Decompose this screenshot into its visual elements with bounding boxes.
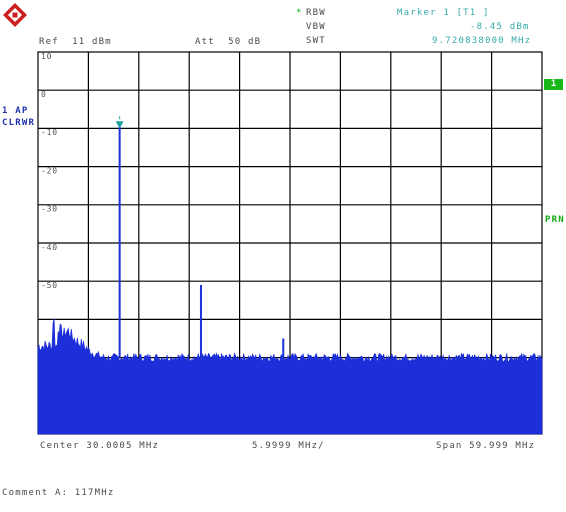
y-tick-label: -40	[41, 243, 58, 252]
y-tick-label: -30	[41, 205, 58, 214]
marker-group	[115, 116, 124, 129]
y-tick-label: -20	[41, 166, 58, 175]
comment-line: Comment A: 117MHz	[2, 488, 115, 498]
y-tick-label: -10	[41, 128, 58, 137]
y-tick-labels: 10 0 -10 -20 -30 -40 -50	[41, 52, 58, 290]
frequency-per-division: 5.9999 MHz/	[252, 441, 325, 451]
y-tick-label: -50	[41, 281, 58, 290]
y-tick-label: 10	[41, 52, 52, 61]
frequency-span: Span 59.999 MHz	[436, 441, 536, 451]
spectrum-screen: 10 0 -10 -20 -30 -40 -50	[37, 51, 543, 435]
center-frequency: Center 30.0005 MHz	[40, 441, 160, 451]
marker-1-triangle	[115, 121, 124, 129]
y-tick-label: 0	[41, 90, 47, 99]
